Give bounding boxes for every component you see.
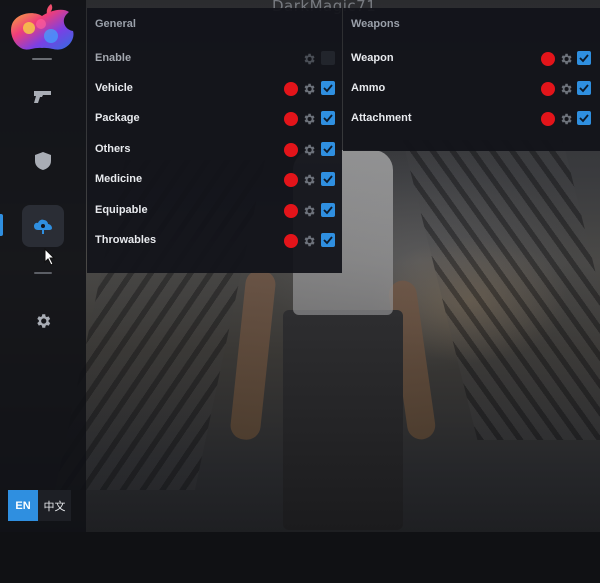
character-legs [283,310,403,530]
bottom-strip [0,532,600,583]
nav-weapons-button[interactable] [22,76,64,118]
general-row-package: Package [87,109,342,129]
language-switcher: EN 中文 [8,490,71,521]
weapon-checkbox[interactable] [577,51,591,65]
gear-icon[interactable] [559,82,573,96]
gear-icon[interactable] [559,52,573,66]
general-row-enable: Enable [87,49,342,69]
nav-items-button[interactable] [22,205,64,247]
color-swatch[interactable] [284,143,298,157]
color-swatch[interactable] [541,112,555,126]
checkmark-icon [323,206,333,215]
pistol-icon [34,91,51,103]
row-label: Vehicle [95,82,133,94]
checkmark-icon [579,114,589,123]
color-swatch[interactable] [284,234,298,248]
others-checkbox[interactable] [321,142,335,156]
color-swatch[interactable] [284,173,298,187]
row-label: Enable [95,52,132,64]
package-checkbox[interactable] [321,111,335,125]
checkmark-icon [579,84,589,93]
color-swatch[interactable] [541,52,555,66]
color-swatch[interactable] [284,204,298,218]
gear-icon[interactable] [302,204,316,218]
gear-icon[interactable] [302,82,316,96]
weapons-heading: Weapons [351,18,400,30]
checkmark-icon [323,175,333,184]
nav-divider [34,272,52,274]
gear-icon [37,314,51,328]
row-label: Attachment [351,112,412,124]
gear-icon[interactable] [302,52,316,66]
language-en-button[interactable]: EN [8,490,38,521]
cloud-pin-icon [34,219,52,234]
checkmark-icon [323,114,333,123]
throwables-checkbox[interactable] [321,233,335,247]
checkmark-icon [323,84,333,93]
gear-icon[interactable] [302,143,316,157]
gear-icon[interactable] [302,173,316,187]
row-label: Medicine [95,173,143,185]
general-heading: General [95,18,136,30]
weapons-row-ammo: Ammo [343,79,600,99]
checkmark-icon [579,54,589,63]
weapons-panel: Weapons Weapon Ammo Attachment [343,8,600,151]
ammo-checkbox[interactable] [577,81,591,95]
general-panel: General Enable Vehicle Package Others Me… [87,8,342,273]
checkmark-icon [323,145,333,154]
weapons-row-weapon: Weapon [343,49,600,69]
general-row-others: Others [87,140,342,160]
general-row-equipable: Equipable [87,201,342,221]
general-row-vehicle: Vehicle [87,79,342,99]
gear-icon[interactable] [302,112,316,126]
row-label: Ammo [351,82,386,94]
mouse-cursor-icon [44,247,56,266]
nav-settings-button[interactable] [22,300,64,342]
language-zh-button[interactable]: 中文 [38,490,71,521]
active-nav-indicator [0,214,3,236]
color-swatch[interactable] [541,82,555,96]
checkmark-icon [323,236,333,245]
equipable-checkbox[interactable] [321,203,335,217]
general-row-throwables: Throwables [87,231,342,251]
gear-icon[interactable] [302,234,316,248]
color-swatch[interactable] [284,82,298,96]
attachment-checkbox[interactable] [577,111,591,125]
row-label: Equipable [95,204,148,216]
gear-icon[interactable] [559,112,573,126]
row-label: Weapon [351,52,394,64]
sidebar: EN 中文 [0,0,86,532]
row-label: Throwables [95,234,157,246]
enable-checkbox[interactable] [321,51,335,65]
color-swatch[interactable] [284,112,298,126]
nav-protection-button[interactable] [22,140,64,182]
shield-icon [35,152,51,170]
row-label: Package [95,112,140,124]
vehicle-checkbox[interactable] [321,81,335,95]
row-label: Others [95,143,131,155]
general-row-medicine: Medicine [87,170,342,190]
medicine-checkbox[interactable] [321,172,335,186]
weapons-row-attachment: Attachment [343,109,600,129]
apple-logo-icon [7,2,77,52]
logo-divider [32,58,52,60]
